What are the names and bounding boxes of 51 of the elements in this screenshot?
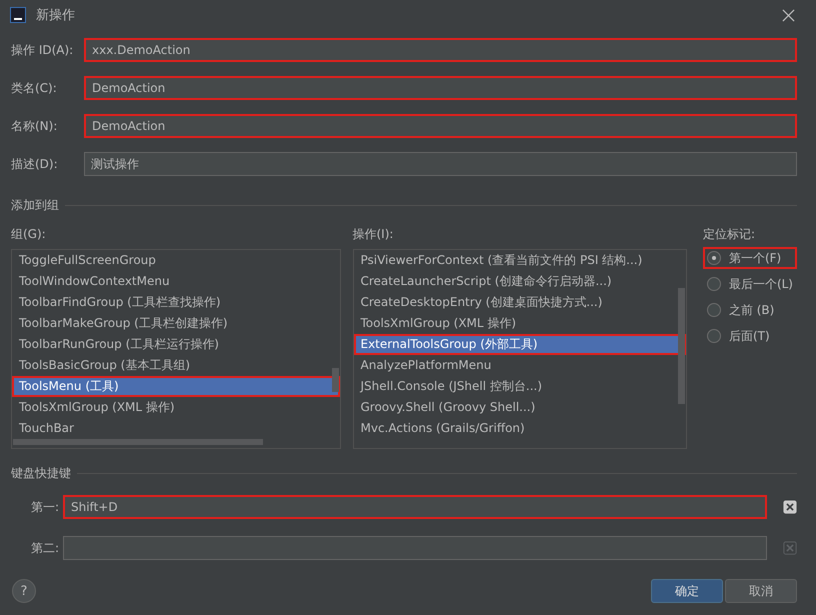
text-field[interactable]: DemoAction <box>84 76 797 100</box>
list-item[interactable]: ToolbarRunGroup (工具栏运行操作) <box>12 334 340 355</box>
group-label: 定位标记: <box>702 226 756 243</box>
list-item[interactable]: ToolWindowContextMenu <box>12 271 340 292</box>
list-item[interactable]: ToolsBasicGroup (基本工具组) <box>12 355 340 376</box>
list-item[interactable]: ToolsMenu (工具) <box>12 376 340 397</box>
list-item[interactable]: Mvc.Actions (Grails/Griffon) <box>354 418 686 439</box>
text-field[interactable]: xxx.DemoAction <box>84 38 797 62</box>
section-title: 键盘快捷键 <box>11 465 71 482</box>
ok-button[interactable]: 确定 <box>651 579 723 603</box>
list-label: 组(G): <box>11 226 47 243</box>
text-field[interactable]: DemoAction <box>84 114 797 138</box>
shortcut-field[interactable]: Shift+D <box>63 495 767 519</box>
list-item[interactable]: JShell.Console (JShell 控制台...) <box>354 376 686 397</box>
radio-option[interactable]: 之前 (B) <box>702 299 797 321</box>
section-title: 添加到组 <box>11 197 59 214</box>
cancel-button[interactable]: 取消 <box>725 579 797 603</box>
scrollbar-thumb[interactable] <box>13 439 263 445</box>
field-label: 类名(C): <box>11 80 58 96</box>
list-item[interactable]: ToolbarFindGroup (工具栏查找操作) <box>12 292 340 313</box>
close-icon[interactable] <box>782 8 795 22</box>
radio-option[interactable]: 第一个(F) <box>702 247 797 269</box>
help-button[interactable]: ? <box>12 579 36 603</box>
list-item[interactable]: ToolbarMakeGroup (工具栏创建操作) <box>12 313 340 334</box>
field-label: 描述(D): <box>11 156 59 172</box>
shortcut-label: 第二: <box>30 540 60 556</box>
radio-option[interactable]: 后面(T) <box>702 325 797 347</box>
window-title: 新操作 <box>36 7 76 24</box>
text-field[interactable]: 测试操作 <box>84 152 797 176</box>
field-label: 名称(N): <box>11 118 58 134</box>
radio-button[interactable] <box>706 303 721 317</box>
list-label: 操作(I): <box>352 226 394 243</box>
scrollbar-thumb[interactable] <box>332 368 338 392</box>
field-label: 操作 ID(A): <box>11 42 74 58</box>
list-item[interactable]: CreateDesktopEntry (创建桌面快捷方式...) <box>354 292 686 313</box>
radio-button[interactable] <box>706 251 721 265</box>
radio-button[interactable] <box>706 277 721 291</box>
app-logo-icon <box>10 7 26 23</box>
list-item[interactable]: CreateLauncherScript (创建命令行启动器...) <box>354 271 686 292</box>
list-item[interactable]: ToolsXmlGroup (XML 操作) <box>354 313 686 334</box>
list-item[interactable]: Groovy.Shell (Groovy Shell...) <box>354 397 686 418</box>
list-item[interactable]: AnalyzePlatformMenu <box>354 355 686 376</box>
radio-option[interactable]: 最后一个(L) <box>702 273 797 295</box>
shortcut-label: 第一: <box>30 498 60 516</box>
list-item[interactable]: ExternalToolsGroup (外部工具) <box>354 334 686 355</box>
radio-button[interactable] <box>706 329 721 343</box>
list-item[interactable]: ToolsXmlGroup (XML 操作) <box>12 397 340 418</box>
list-item[interactable]: ToggleFullScreenGroup <box>12 250 340 271</box>
scrollbar-thumb[interactable] <box>678 288 685 404</box>
list-item[interactable]: PsiViewerForContext (查看当前文件的 PSI 结构...) <box>354 250 686 271</box>
list-item[interactable]: TouchBar <box>12 418 340 439</box>
